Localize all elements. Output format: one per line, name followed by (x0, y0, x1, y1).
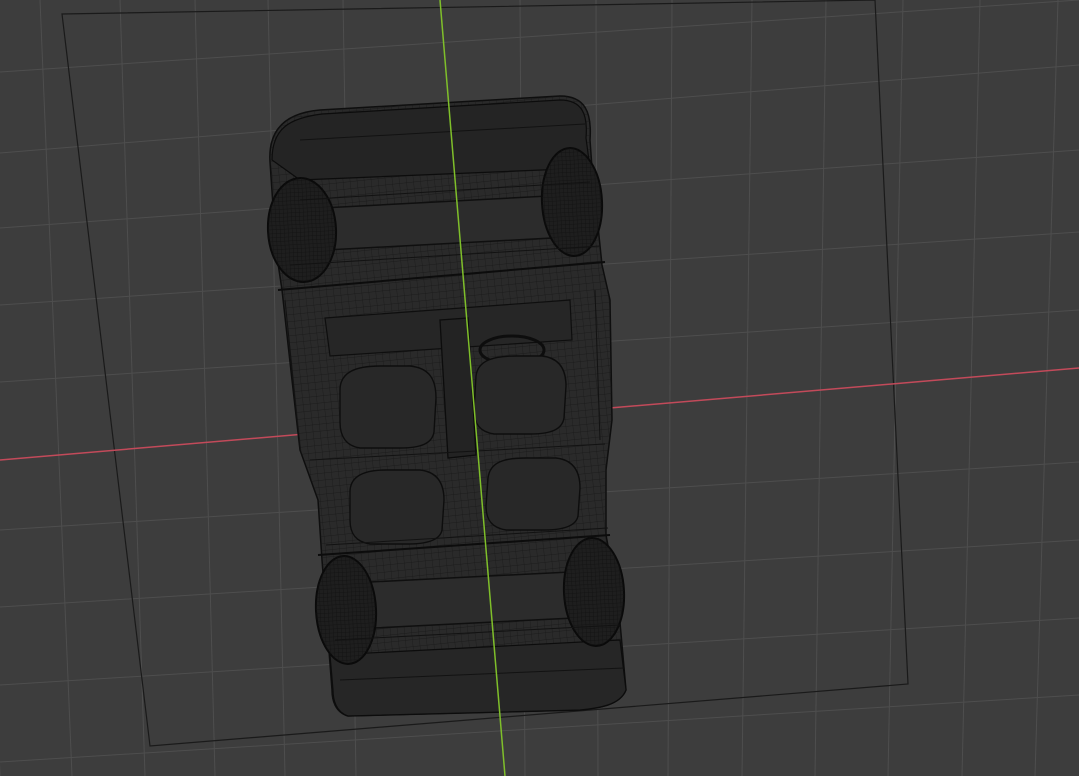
rear-axle (369, 571, 575, 629)
viewport-canvas[interactable] (0, 0, 1079, 776)
front-left-seat (339, 365, 437, 449)
rear-left-seat (349, 469, 445, 545)
3d-viewport[interactable] (0, 0, 1079, 776)
car-model[interactable] (265, 95, 627, 717)
front-right-seat (473, 355, 567, 435)
rear-right-seat (485, 457, 581, 531)
